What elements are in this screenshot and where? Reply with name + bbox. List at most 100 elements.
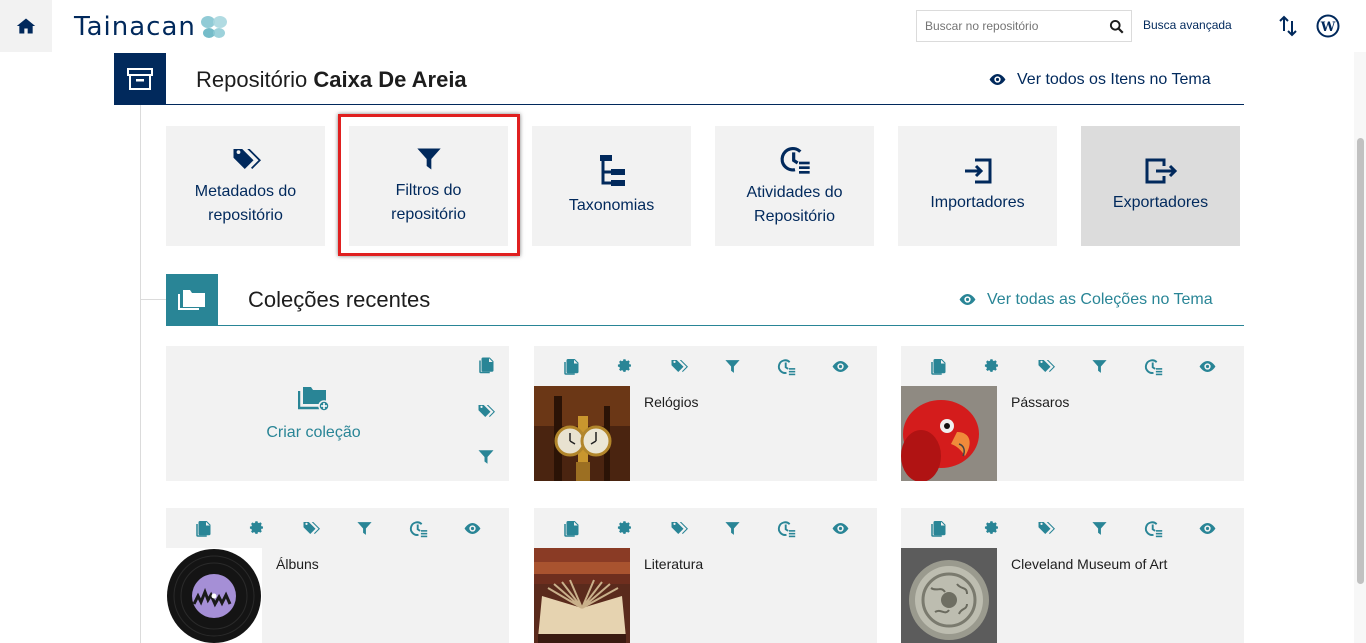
tile-exporters[interactable]: Exportadores	[1081, 126, 1240, 246]
filter-icon[interactable]	[718, 352, 746, 380]
gear-icon[interactable]	[611, 352, 639, 380]
collection-name[interactable]: Pássaros	[1011, 394, 1069, 410]
view-all-items-link[interactable]: Ver todos os Itens no Tema	[988, 70, 1211, 89]
gear-icon[interactable]	[978, 352, 1006, 380]
tainacan-logo[interactable]: Tainacan	[74, 12, 228, 42]
collection-thumbnail[interactable]	[166, 548, 262, 643]
collection-name[interactable]: Álbuns	[276, 556, 319, 572]
eye-icon	[988, 70, 1007, 89]
tags-icon[interactable]	[475, 400, 497, 422]
tags-icon[interactable]	[665, 514, 693, 542]
collection-thumbnail[interactable]	[901, 548, 997, 643]
tile-filters[interactable]: Filtros do repositório	[349, 126, 508, 246]
collection-thumbnail[interactable]	[901, 386, 997, 481]
gear-icon[interactable]	[243, 514, 271, 542]
collection-card: Pássaros	[901, 346, 1244, 481]
tile-label: Importadores	[930, 194, 1025, 211]
tags-icon[interactable]	[297, 514, 325, 542]
activities-icon[interactable]	[1139, 352, 1167, 380]
tile-label: Metadados do repositório	[194, 183, 297, 224]
items-icon[interactable]	[557, 352, 585, 380]
tile-label: Filtros do repositório	[391, 182, 466, 223]
gear-icon[interactable]	[611, 514, 639, 542]
gear-icon[interactable]	[978, 514, 1006, 542]
tile-activities[interactable]: Atividades do Repositório	[715, 126, 874, 246]
activities-icon[interactable]	[772, 352, 800, 380]
title-prefix: Repositório	[196, 67, 314, 92]
collection-card: Cleveland Museum of Art	[901, 508, 1244, 643]
collection-thumbnail[interactable]	[534, 548, 630, 643]
page-scrollbar[interactable]	[1354, 52, 1366, 643]
collection-thumbnail[interactable]	[534, 386, 630, 481]
filter-icon[interactable]	[718, 514, 746, 542]
activities-icon[interactable]	[1139, 514, 1167, 542]
importer-icon	[964, 158, 991, 184]
exporter-icon	[1145, 158, 1177, 184]
home-button[interactable]	[0, 0, 52, 52]
create-collection-label: Criar coleção	[266, 424, 361, 441]
page-title: Repositório Caixa De Areia	[196, 67, 467, 93]
repository-header-underline	[166, 104, 1244, 105]
archive-icon	[127, 68, 153, 90]
collections-section-title: Coleções recentes	[248, 287, 431, 312]
filter-icon[interactable]	[1085, 352, 1113, 380]
add-folder-icon	[297, 387, 330, 412]
tags-icon[interactable]	[1032, 352, 1060, 380]
activities-icon	[779, 143, 811, 175]
tags-icon[interactable]	[665, 352, 693, 380]
scrollbar-thumb[interactable]	[1357, 138, 1364, 584]
eye-icon[interactable]	[1193, 514, 1221, 542]
tags-icon[interactable]	[1032, 514, 1060, 542]
repository-name: Caixa De Areia	[313, 67, 467, 92]
tile-label: Exportadores	[1112, 194, 1209, 211]
create-collection-card: Criar coleção	[166, 346, 509, 481]
eye-icon[interactable]	[1193, 352, 1221, 380]
collection-card: Álbuns	[166, 508, 509, 643]
search-field[interactable]	[916, 10, 1132, 42]
items-icon[interactable]	[924, 352, 952, 380]
guide-connector	[140, 299, 166, 300]
search-input[interactable]	[917, 11, 1101, 41]
view-all-collections-link[interactable]: Ver todas as Coleções no Tema	[958, 290, 1213, 309]
items-icon[interactable]	[557, 514, 585, 542]
home-icon	[16, 18, 36, 34]
eye-icon[interactable]	[458, 514, 486, 542]
create-collection-button[interactable]: Criar coleção	[166, 386, 461, 442]
search-icon[interactable]	[1101, 19, 1131, 34]
top-navigation-bar: Tainacan Busca avançada W	[0, 0, 1366, 52]
collections-icon-box	[166, 274, 218, 326]
filter-icon	[415, 145, 443, 173]
eye-icon[interactable]	[826, 352, 854, 380]
tile-taxonomies[interactable]: Taxonomias	[532, 126, 691, 246]
tile-label: Atividades do Repositório	[746, 184, 843, 225]
tile-importers[interactable]: Importadores	[898, 126, 1057, 246]
eye-icon[interactable]	[826, 514, 854, 542]
collection-name[interactable]: Relógios	[644, 394, 698, 410]
repository-icon-box	[114, 53, 166, 105]
tile-metadata[interactable]: Metadados do repositório	[166, 126, 325, 246]
eye-icon	[958, 290, 977, 309]
filter-icon[interactable]	[350, 514, 378, 542]
items-icon[interactable]	[475, 354, 497, 376]
advanced-search-link[interactable]: Busca avançada	[1143, 18, 1232, 32]
collection-name[interactable]: Cleveland Museum of Art	[1011, 556, 1167, 572]
view-all-collections-label: Ver todas as Coleções no Tema	[987, 290, 1213, 308]
tags-icon	[230, 144, 262, 174]
sort-arrows-icon[interactable]	[1279, 15, 1297, 37]
wordpress-icon[interactable]: W	[1316, 14, 1340, 38]
taxonomy-icon	[599, 155, 625, 186]
logo-butterfly-icon	[200, 16, 227, 38]
folders-icon	[178, 290, 205, 310]
items-icon[interactable]	[189, 514, 217, 542]
logo-text: Tainacan	[74, 12, 196, 42]
collection-name[interactable]: Literatura	[644, 556, 703, 572]
view-all-items-label: Ver todos os Itens no Tema	[1017, 70, 1211, 88]
collections-header-underline	[218, 325, 1244, 326]
tile-label: Taxonomias	[568, 197, 655, 214]
filter-icon[interactable]	[475, 446, 497, 468]
svg-text:W: W	[1320, 20, 1336, 35]
activities-icon[interactable]	[404, 514, 432, 542]
items-icon[interactable]	[924, 514, 952, 542]
filter-icon[interactable]	[1085, 514, 1113, 542]
activities-icon[interactable]	[772, 514, 800, 542]
